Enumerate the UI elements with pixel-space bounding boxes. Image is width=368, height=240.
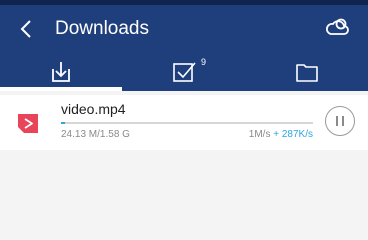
list-item[interactable]: video.mp4 24.13 M/1.58 G 1M/s + 287K/s — [0, 95, 368, 150]
speed-delta: + 287K/s — [273, 129, 313, 140]
tab-bar: 9 — [0, 55, 368, 91]
checked-box-icon — [173, 62, 196, 82]
video-file-icon — [18, 114, 38, 133]
speed-value: 1M/s — [248, 129, 271, 140]
file-name: video.mp4 — [61, 101, 126, 117]
active-tab-indicator — [0, 87, 122, 91]
download-icon — [52, 62, 70, 82]
tab-folder[interactable] — [246, 55, 368, 91]
cloud-icon[interactable] — [324, 16, 350, 40]
completed-count-badge: 9 — [201, 57, 207, 67]
download-progress-fill — [61, 122, 65, 124]
tab-completed[interactable]: 9 — [123, 55, 245, 91]
chevron-left-icon[interactable] — [16, 17, 38, 41]
pause-button[interactable] — [325, 106, 355, 136]
page-title: Downloads — [55, 18, 149, 39]
tab-downloading[interactable] — [0, 55, 122, 91]
folder-icon — [296, 64, 318, 82]
file-size: 24.13 M/1.58 G — [61, 129, 130, 140]
download-speed: 1M/s + 287K/s — [249, 129, 313, 140]
app-bar: Downloads — [0, 5, 368, 55]
download-progress-bar — [61, 122, 313, 124]
